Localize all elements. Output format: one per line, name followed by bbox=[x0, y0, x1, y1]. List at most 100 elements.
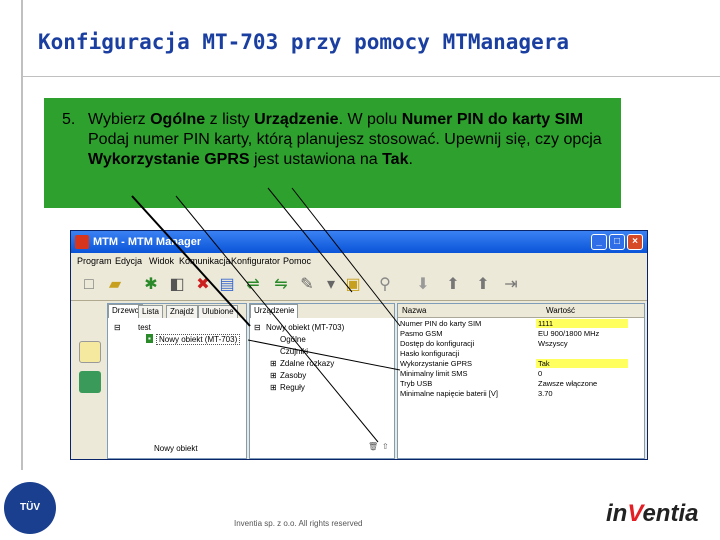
tree-item-czujniki[interactable]: Czujniki bbox=[280, 347, 308, 356]
close-button[interactable]: × bbox=[627, 234, 643, 250]
object-icon: ▪ bbox=[146, 334, 153, 343]
menu-widok[interactable]: Widok bbox=[149, 256, 174, 266]
property-row[interactable]: Pasmo GSM EU 900/1800 MHz bbox=[398, 329, 644, 338]
slide-vertical-rule bbox=[21, 0, 23, 470]
property-row[interactable]: Minimalny limit SMS 0 bbox=[398, 369, 644, 378]
tree-expander-icon[interactable]: ⊞ bbox=[270, 359, 277, 368]
tree-expander-icon[interactable]: ⊟ bbox=[254, 323, 261, 332]
text-run: . bbox=[408, 151, 413, 168]
property-row[interactable]: Numer PIN do karty SIM 1111 bbox=[398, 319, 644, 328]
tab-urzadzenie[interactable]: Urządzenie bbox=[250, 304, 299, 318]
tree-item-nowy-obiekt[interactable]: Nowy obiekt (MT-703) bbox=[156, 334, 241, 345]
property-value[interactable]: 3.70 bbox=[536, 389, 628, 398]
tab-ulubione[interactable]: Ulubione bbox=[198, 305, 238, 318]
properties-icon[interactable]: ▤ bbox=[217, 275, 237, 295]
text-run: . W polu bbox=[338, 111, 402, 128]
tree-item-zdalne-rozkazy[interactable]: Zdalne rozkazy bbox=[280, 359, 334, 368]
maximize-button[interactable]: □ bbox=[609, 234, 625, 250]
upload-icon[interactable]: ⬆ bbox=[443, 275, 463, 295]
device-tree-pane: Urządzenie ⊟ Nowy obiekt (MT-703) Ogólne… bbox=[249, 303, 395, 459]
link-icon[interactable]: ⇌ bbox=[243, 275, 263, 295]
object-tree-pane: Drzewo Lista Znajdź Ulubione ⊟ test ▪ No… bbox=[107, 303, 247, 459]
settings-icon[interactable]: ✎ bbox=[297, 275, 317, 295]
menu-program[interactable]: Program bbox=[77, 256, 112, 266]
column-header-name[interactable]: Nazwa bbox=[402, 306, 426, 315]
property-name: Minimalne napięcie baterii [V] bbox=[400, 389, 498, 398]
step-number: 5. bbox=[62, 111, 76, 128]
dropdown-icon[interactable]: ▾ bbox=[321, 275, 341, 295]
read-config-icon[interactable]: ▣ bbox=[343, 275, 363, 295]
property-name: Numer PIN do karty SIM bbox=[400, 319, 482, 328]
download-icon[interactable]: ⬇ bbox=[413, 275, 433, 295]
inventia-logo: inVentia bbox=[606, 500, 698, 528]
tree-item-reguly[interactable]: Reguły bbox=[280, 383, 305, 392]
trash-icon[interactable]: 🗑 bbox=[368, 442, 378, 451]
tab-lista[interactable]: Lista bbox=[138, 305, 163, 318]
property-row[interactable]: Hasło konfiguracji bbox=[398, 349, 644, 358]
property-row[interactable]: Dostęp do konfiguracji Wszyscy bbox=[398, 339, 644, 348]
tree-item-device-root[interactable]: Nowy obiekt (MT-703) bbox=[266, 323, 344, 332]
toolbar: □ ▰ ✱ ◧ ✖ ▤ ⇌ ⇋ ✎ ▾ ▣ ⚲ ⬇ ⬆ ⬆ ⇥ bbox=[71, 269, 647, 301]
bold-run: Tak bbox=[382, 151, 409, 168]
property-name: Hasło konfiguracji bbox=[400, 349, 460, 358]
property-row[interactable]: Minimalne napięcie baterii [V] 3.70 bbox=[398, 389, 644, 398]
logo-suffix: entia bbox=[642, 500, 699, 527]
export-icon[interactable]: ⇥ bbox=[501, 275, 521, 295]
tree-expander-icon[interactable]: ⊞ bbox=[270, 383, 277, 392]
property-name: Dostęp do konfiguracji bbox=[400, 339, 475, 348]
instruction-text: Wybierz Ogólne z listy Urządzenie. W pol… bbox=[88, 110, 608, 170]
bold-run: Urządzenie bbox=[254, 111, 339, 128]
property-name: Minimalny limit SMS bbox=[400, 369, 468, 378]
tree-item-test[interactable]: test bbox=[138, 323, 151, 332]
delete-icon[interactable]: ✖ bbox=[193, 275, 213, 295]
property-value[interactable]: 1111 bbox=[536, 319, 628, 328]
property-value[interactable]: EU 900/1800 MHz bbox=[536, 329, 628, 338]
property-row[interactable]: Wykorzystanie GPRS Tak bbox=[398, 359, 644, 368]
menu-edycja[interactable]: Edycja bbox=[115, 256, 142, 266]
property-value[interactable]: Wszyscy bbox=[536, 339, 628, 348]
window-titlebar[interactable]: MTM - MTM Manager _ □ × bbox=[71, 231, 647, 253]
property-value[interactable]: 0 bbox=[536, 369, 628, 378]
tree-expander-icon[interactable]: ⊟ bbox=[114, 323, 121, 332]
instruction-callout: 5. Wybierz Ogólne z listy Urządzenie. W … bbox=[44, 98, 621, 208]
bold-run: Wykorzystanie GPRS bbox=[88, 151, 250, 168]
text-run: z listy bbox=[205, 111, 255, 128]
menu-komunikacja[interactable]: Komunikacja bbox=[179, 256, 231, 266]
title-divider bbox=[23, 76, 720, 77]
pane1-status: Nowy obiekt bbox=[154, 444, 198, 453]
text-run: jest ustawiona na bbox=[249, 151, 383, 168]
property-row[interactable]: Tryb USB Zawsze włączone bbox=[398, 379, 644, 388]
menu-pomoc[interactable]: Pomoc bbox=[283, 256, 311, 266]
tree-expander-icon[interactable]: ⊞ bbox=[270, 371, 277, 380]
column-header-value[interactable]: Wartość bbox=[546, 306, 575, 315]
upload-all-icon[interactable]: ⬆ bbox=[473, 275, 493, 295]
menu-konfigurator[interactable]: Konfigurator bbox=[231, 256, 280, 266]
pane2-tabs: Urządzenie bbox=[250, 304, 394, 318]
bold-run: Ogólne bbox=[150, 111, 206, 128]
arrow-up-icon[interactable]: ⇧ bbox=[382, 442, 389, 451]
copyright-footer: Inventia sp. z o.o. All rights reserved bbox=[234, 519, 363, 528]
tree-item-zasoby[interactable]: Zasoby bbox=[280, 371, 306, 380]
tree-item-ogolne[interactable]: Ogólne bbox=[280, 335, 306, 344]
menu-bar: Program Edycja Widok Komunikacja Konfigu… bbox=[71, 253, 647, 269]
property-name: Wykorzystanie GPRS bbox=[400, 359, 473, 368]
map-icon[interactable] bbox=[79, 371, 101, 393]
device-icon[interactable]: ◧ bbox=[167, 275, 187, 295]
logo-prefix: in bbox=[606, 500, 628, 527]
new-icon[interactable]: □ bbox=[79, 275, 99, 295]
property-name: Tryb USB bbox=[400, 379, 433, 388]
app-icon bbox=[75, 235, 89, 249]
open-folder-icon[interactable]: ▰ bbox=[105, 275, 125, 295]
notes-icon[interactable] bbox=[79, 341, 101, 363]
left-shortcut-bar bbox=[73, 303, 107, 459]
connect-icon[interactable]: ✱ bbox=[141, 275, 161, 295]
tab-znajdz[interactable]: Znajdź bbox=[166, 305, 199, 318]
properties-grid: Nazwa Wartość Numer PIN do karty SIM 1111… bbox=[397, 303, 645, 459]
search-icon[interactable]: ⚲ bbox=[375, 275, 395, 295]
mtm-manager-window: MTM - MTM Manager _ □ × Program Edycja W… bbox=[70, 230, 648, 460]
disconnect-icon[interactable]: ⇋ bbox=[271, 275, 291, 295]
minimize-button[interactable]: _ bbox=[591, 234, 607, 250]
property-value[interactable]: Tak bbox=[536, 359, 628, 368]
property-value[interactable]: Zawsze włączone bbox=[536, 379, 628, 388]
window-title: MTM - MTM Manager bbox=[93, 236, 202, 248]
